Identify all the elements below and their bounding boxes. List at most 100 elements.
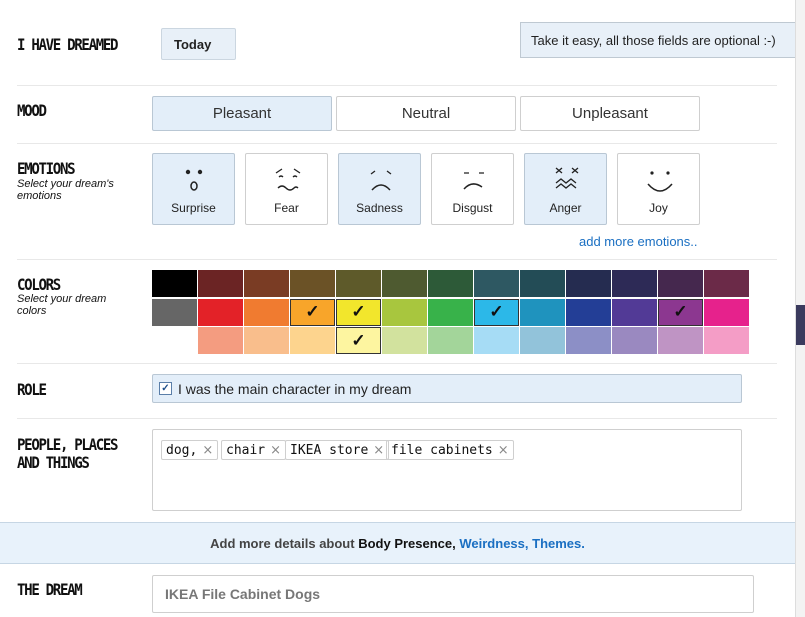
color-swatch[interactable]: ✓ [658,298,703,326]
color-swatch[interactable] [520,327,565,354]
optional-fields-tooltip: Take it easy, all those fields are optio… [520,22,802,58]
weirdness-link[interactable]: Weirdness, [459,536,528,551]
color-swatch[interactable] [704,327,749,354]
divider [17,85,777,86]
divider [17,418,777,419]
color-swatch[interactable] [566,270,611,297]
color-swatch[interactable]: ✓ [336,327,381,354]
people-label-line2: AND THINGS [17,453,90,472]
checkmark-icon: ✓ [489,302,504,321]
joy-face-icon [647,171,673,192]
color-swatch[interactable] [290,327,335,354]
emotion-surprise-label: Surprise [171,201,216,215]
color-swatch[interactable] [474,270,519,297]
tag-chip: dog, × [161,440,219,460]
color-swatch[interactable] [612,270,657,297]
dream-label: THE DREAM [17,580,83,599]
color-swatch[interactable] [336,270,381,297]
sad-face-icon [370,170,392,191]
body-presence-link[interactable]: Body Presence, [358,536,456,551]
color-swatch[interactable] [152,270,197,297]
tag-chip: chair × [221,440,287,460]
color-swatch[interactable] [152,298,197,326]
emotion-anger[interactable]: Anger [524,153,607,225]
main-character-label: I was the main character in my dream [178,380,412,397]
emotion-disgust[interactable]: Disgust [431,153,514,225]
more-details-prefix: Add more details about [210,535,355,551]
divider [17,363,777,364]
mood-neutral-button[interactable]: Neutral [336,96,516,131]
remove-tag-icon[interactable]: × [202,443,213,458]
emotion-joy[interactable]: Joy [617,153,700,225]
emotions-subtitle: Select your dream's emotions [17,178,114,202]
emotion-disgust-label: Disgust [452,201,493,215]
color-swatch[interactable] [382,327,427,354]
emotion-fear[interactable]: Fear [245,153,328,225]
remove-tag-icon[interactable]: × [498,443,509,458]
color-swatch[interactable]: ✓ [474,298,519,326]
color-swatch[interactable] [198,298,243,326]
colors-label: COLORS [17,275,61,294]
emotion-surprise[interactable]: Surprise [152,153,235,225]
color-swatch[interactable] [520,298,565,326]
color-swatch[interactable] [382,298,427,326]
checkmark-icon: ✓ [351,302,366,321]
disgust-face-icon [463,172,484,190]
dream-title-input[interactable]: IKEA File Cabinet Dogs [152,575,754,613]
people-label-line1: PEOPLE, PLACES [17,435,119,454]
color-swatch[interactable] [704,298,749,326]
color-swatch[interactable] [428,270,473,297]
color-swatch[interactable]: ✓ [336,298,381,326]
color-swatch[interactable] [612,298,657,326]
color-swatch[interactable] [658,327,703,354]
colors-subtitle: Select your dream colors [17,293,107,317]
color-swatch[interactable] [704,270,749,297]
mood-pleasant-button[interactable]: Pleasant [152,96,332,131]
color-swatch[interactable] [382,270,427,297]
color-swatch[interactable] [244,298,289,326]
remove-tag-icon[interactable]: × [373,443,384,458]
color-swatch[interactable] [198,327,243,354]
color-swatch[interactable] [428,327,473,354]
remove-tag-icon[interactable]: × [270,443,281,458]
color-swatch[interactable] [566,327,611,354]
emotion-anger-label: Anger [549,201,582,215]
tag-text: IKEA store [290,442,369,458]
tag-chip: file cabinets × [386,440,514,460]
color-swatch[interactable] [428,298,473,326]
themes-link[interactable]: Themes. [532,536,585,551]
color-swatch[interactable] [658,270,703,297]
tag-text: dog, [166,442,198,458]
checkmark-icon: ✓ [673,302,688,321]
window-edge-accent [796,305,805,345]
color-swatch[interactable] [474,327,519,354]
mood-unpleasant-button[interactable]: Unpleasant [520,96,700,131]
emotion-sadness-label: Sadness [356,201,403,215]
add-more-emotions-link[interactable]: add more emotions.. [579,234,698,249]
color-swatch[interactable] [290,270,335,297]
checkmark-icon: ✓ [305,302,320,321]
tags-input[interactable]: dog, × chair × IKEA store × file cabinets × [152,429,742,511]
color-swatch[interactable] [566,298,611,326]
emotions-label: EMOTIONS [17,159,76,178]
fear-face-icon [275,168,301,191]
main-character-checkbox-row[interactable]: ✓ I was the main character in my dream [152,374,742,403]
mood-label: MOOD [17,101,47,120]
divider [17,143,777,144]
color-swatch[interactable] [244,327,289,354]
main-character-checkbox[interactable]: ✓ [159,382,172,395]
color-swatch[interactable] [520,270,565,297]
checkmark-icon: ✓ [351,330,366,350]
dream-form: I HAVE DREAMED Today Take it easy, all t… [0,0,802,617]
date-selector[interactable]: Today [161,28,236,60]
window-edge [795,0,805,617]
tag-text: file cabinets [391,442,493,458]
emotion-sadness[interactable]: Sadness [338,153,421,225]
color-swatch[interactable] [612,327,657,354]
surprise-face-icon [185,169,203,191]
color-swatch[interactable] [244,270,289,297]
divider [17,259,777,260]
emotion-fear-label: Fear [274,201,299,215]
color-swatch[interactable] [198,270,243,297]
color-swatch[interactable]: ✓ [290,298,335,326]
